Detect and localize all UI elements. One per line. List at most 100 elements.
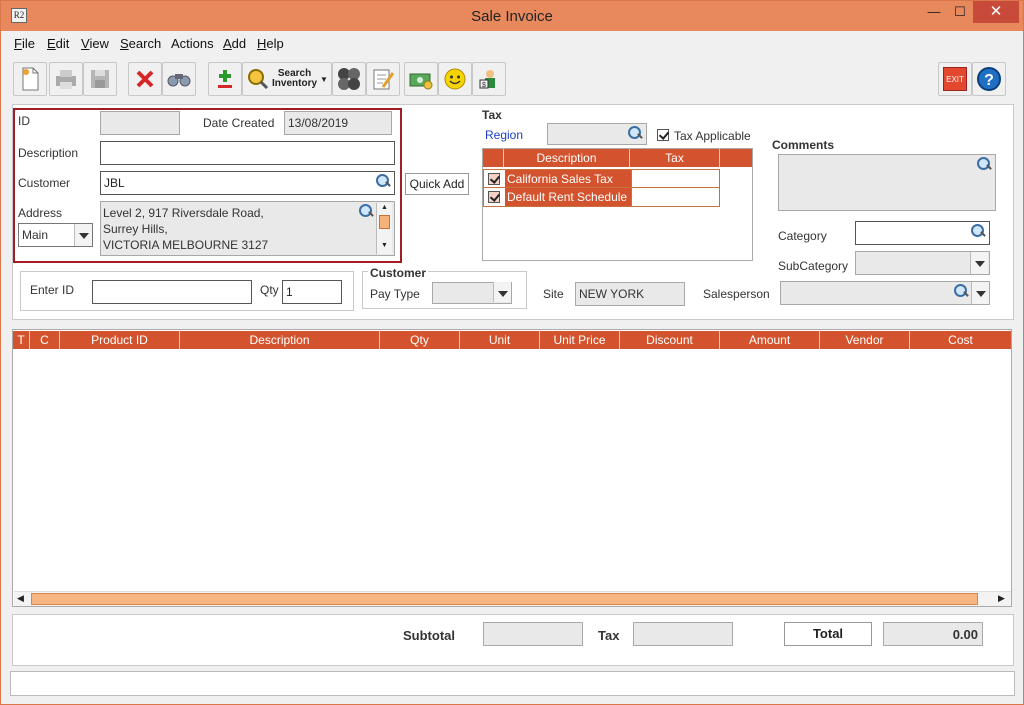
grid-header-unit-price[interactable]: Unit Price	[540, 331, 620, 349]
grid-header-vendor[interactable]: Vendor	[820, 331, 910, 349]
region-label[interactable]: Region	[485, 128, 523, 142]
grid-header-product-id[interactable]: Product ID	[60, 331, 180, 349]
comments-title: Comments	[772, 138, 835, 152]
address-line-1: Level 2, 917 Riversdale Road,	[103, 206, 264, 220]
menu-view[interactable]: View	[81, 36, 109, 51]
id-field[interactable]	[100, 111, 180, 135]
grid-header-cost[interactable]: Cost	[910, 331, 1011, 349]
address-line-2: Surrey Hills,	[103, 222, 168, 236]
tax-applicable-checkbox[interactable]	[657, 129, 669, 141]
payment-button[interactable]	[404, 62, 438, 96]
notes-button[interactable]	[366, 62, 400, 96]
category-field[interactable]	[855, 221, 990, 245]
horizontal-scrollbar[interactable]: ◀ ▶	[14, 591, 1011, 606]
total-label: Total	[784, 622, 872, 646]
grid-header-description[interactable]: Description	[180, 331, 380, 349]
grid-header-qty[interactable]: Qty	[380, 331, 460, 349]
subcategory-dropdown-icon[interactable]	[970, 252, 988, 274]
horizontal-scroll-thumb[interactable]	[31, 593, 978, 605]
menu-add[interactable]: Add	[223, 36, 246, 51]
add-line-button[interactable]	[208, 62, 242, 96]
qty-label: Qty	[260, 283, 279, 297]
tax-row-checkbox[interactable]	[488, 191, 500, 203]
comments-field[interactable]	[778, 154, 996, 211]
region-search-icon[interactable]	[628, 126, 642, 140]
description-label: Description	[18, 146, 79, 160]
grid-header-t[interactable]: T	[13, 331, 30, 349]
scroll-up-icon[interactable]: ▲	[377, 203, 392, 213]
print-icon	[56, 70, 76, 89]
add-remove-icon	[218, 70, 232, 88]
scroll-left-icon[interactable]: ◀	[17, 593, 24, 604]
save-button[interactable]	[83, 62, 117, 96]
menu-actions[interactable]: Actions	[171, 36, 214, 51]
total-field: 0.00	[883, 622, 983, 646]
tax-table-header-tax: Tax	[630, 149, 720, 167]
subtotal-field[interactable]	[483, 622, 583, 646]
scroll-right-icon[interactable]: ▶	[998, 593, 1005, 604]
pay-type-dropdown-icon[interactable]	[493, 282, 511, 302]
tax-row-checkbox[interactable]	[488, 173, 500, 185]
delete-x-icon	[136, 70, 154, 88]
site-field[interactable]: NEW YORK	[575, 282, 685, 306]
help-button[interactable]: ?	[972, 62, 1006, 96]
exit-button[interactable]: EXIT	[938, 62, 972, 96]
search-inventory-label: Search Inventory	[272, 69, 317, 89]
tax-table-row[interactable]: Default Rent Schedule	[483, 188, 720, 207]
grid-header-c[interactable]: C	[30, 331, 60, 349]
address-scrollbar[interactable]: ▲ ▼	[376, 203, 392, 254]
customer-value: JBL	[104, 176, 125, 190]
delete-button[interactable]	[128, 62, 162, 96]
salesperson-button[interactable]: $	[472, 62, 506, 96]
search-inventory-button[interactable]: Search Inventory ▼	[242, 62, 332, 96]
title-bar: R2 Sale Invoice — ☐ ✕	[1, 1, 1023, 31]
search-inventory-dropdown-icon[interactable]: ▼	[320, 75, 328, 84]
enter-id-label: Enter ID	[30, 283, 75, 297]
menu-help[interactable]: Help	[257, 36, 284, 51]
salesperson-dropdown-icon[interactable]	[971, 282, 989, 304]
salesperson-search-icon[interactable]	[954, 284, 968, 298]
grid-header-discount[interactable]: Discount	[620, 331, 720, 349]
category-search-icon[interactable]	[971, 224, 985, 238]
line-items-grid: T C Product ID Description Qty Unit Unit…	[12, 329, 1012, 607]
address-type-dropdown-icon[interactable]	[74, 224, 92, 246]
tax-applicable-label: Tax Applicable	[674, 129, 751, 143]
address-textarea[interactable]: Level 2, 917 Riversdale Road, Surrey Hil…	[100, 201, 395, 256]
scroll-thumb[interactable]	[379, 215, 390, 229]
close-button[interactable]: ✕	[973, 1, 1019, 23]
menu-edit[interactable]: Edit	[47, 36, 69, 51]
tax-table-header-check	[483, 149, 504, 167]
sale-invoice-window: R2 Sale Invoice — ☐ ✕ File Edit View Sea…	[0, 0, 1024, 705]
tax-row-tax	[631, 170, 719, 187]
menu-search[interactable]: Search	[120, 36, 161, 51]
tax-table-header-filler	[720, 149, 752, 167]
find-button[interactable]	[162, 62, 196, 96]
comments-search-icon[interactable]	[977, 157, 991, 171]
salesperson-label: Salesperson	[703, 287, 770, 301]
menu-file[interactable]: File	[14, 36, 35, 51]
description-field[interactable]	[100, 141, 395, 165]
options-button[interactable]	[332, 62, 366, 96]
customer-field[interactable]: JBL	[100, 171, 395, 195]
customer-search-icon[interactable]	[376, 174, 390, 188]
tax-table-row[interactable]: California Sales Tax	[483, 169, 720, 188]
quick-add-button[interactable]: Quick Add	[405, 173, 469, 195]
print-button[interactable]	[49, 62, 83, 96]
grid-header-amount[interactable]: Amount	[720, 331, 820, 349]
status-bar	[10, 671, 1015, 696]
date-created-field[interactable]: 13/08/2019	[284, 111, 392, 135]
smiley-button[interactable]	[438, 62, 472, 96]
enter-id-field[interactable]	[92, 280, 252, 304]
scroll-down-icon[interactable]: ▼	[377, 241, 392, 251]
qty-field[interactable]: 1	[282, 280, 342, 304]
search-inventory-icon	[248, 69, 269, 90]
customer-box-title: Customer	[368, 266, 429, 280]
maximize-button[interactable]: ☐	[945, 1, 975, 23]
tax-row-description: Default Rent Schedule	[505, 188, 631, 206]
address-search-icon[interactable]	[359, 204, 373, 218]
tax-total-field[interactable]	[633, 622, 733, 646]
person-money-icon: $	[479, 70, 495, 89]
grid-header-unit[interactable]: Unit	[460, 331, 540, 349]
tax-table: Description Tax California Sales Tax Def…	[482, 148, 753, 261]
new-document-button[interactable]	[13, 62, 47, 96]
